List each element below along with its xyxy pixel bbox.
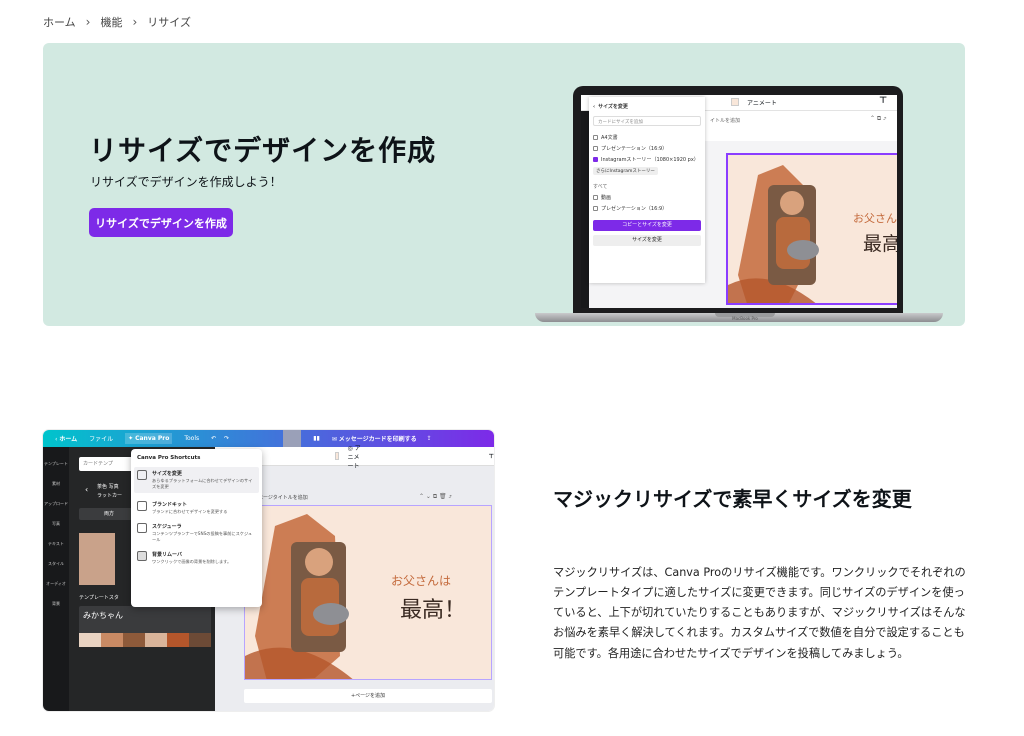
rail-text[interactable]: テキスト — [43, 541, 69, 547]
card-text-line1: お父さんは — [391, 574, 452, 588]
checkbox-icon — [593, 195, 598, 200]
color-palette[interactable] — [79, 633, 211, 647]
breadcrumb-features-link[interactable]: 機能 — [100, 14, 122, 30]
resize-option[interactable]: プレゼンテーション（16:9） — [593, 203, 701, 214]
editor-rail: テンプレート 素材 アップロード 写真 テキスト スタイル オーディオ 背景 — [43, 447, 69, 711]
both-sides-button[interactable]: 両方 — [79, 508, 139, 520]
resize-option-label: A4文書 — [601, 135, 618, 141]
canva-pro-shortcuts-menu: Canva Pro Shortcuts サイズを変更 あらゆるプラットフォームに合… — [131, 449, 262, 607]
resize-option[interactable]: 動画 — [593, 192, 701, 203]
share-icon[interactable]: ⇪ — [427, 435, 432, 442]
color-swatch — [731, 98, 739, 106]
menu-item-brand-kit[interactable]: ブランドキット ブランドに合わせてデザインを変更する — [137, 501, 256, 515]
editor-topbar: ‹ ホーム ファイル ✦ Canva Pro Tools ↶ ↷ ▮▮ ✉ メッ… — [43, 430, 494, 447]
chevron-left-icon[interactable]: ‹ — [85, 485, 88, 494]
resize-option-label: プレゼンテーション（16:9） — [601, 206, 668, 212]
topbar-canva-pro[interactable]: ✦ Canva Pro — [125, 433, 173, 444]
paint-roller-icon: ⊤ — [879, 96, 888, 106]
chevron-right-icon: › — [85, 15, 91, 29]
editor-rail — [581, 111, 589, 308]
create-resize-design-button[interactable]: リサイズでデザインを作成 — [89, 208, 233, 237]
section-title: マジックリサイズで素早くサイズを変更 — [553, 487, 912, 511]
checkbox-icon — [593, 146, 598, 151]
card-text-line1: お父さんは — [853, 212, 897, 225]
rail-elements[interactable]: 素材 — [43, 481, 69, 487]
laptop-screen: アニメート ⊤ イトルを追加 ⌃ ⧉ ⤴ ‹ サイズを変更 カードにサイズを追加… — [581, 95, 897, 308]
rail-background[interactable]: 背景 — [43, 601, 69, 607]
topbar-color-block — [283, 430, 302, 447]
animate-button[interactable]: ◎ アニメート — [347, 443, 362, 470]
card-canvas[interactable]: お父さんは 最高！ — [244, 505, 492, 680]
chart-icon[interactable]: ▮▮ — [313, 435, 320, 442]
resize-option[interactable]: A4文書 — [593, 132, 701, 143]
resize-panel-title: サイズを変更 — [598, 104, 628, 110]
resize-panel-header: ‹ サイズを変更 — [593, 101, 701, 112]
resize-option[interactable]: Instagramストーリー（1080×1920 px） — [593, 154, 701, 165]
rail-photos[interactable]: 写真 — [43, 521, 69, 527]
rail-styles[interactable]: スタイル — [43, 561, 69, 567]
print-card-link[interactable]: ✉ メッセージカードを印刷する — [332, 434, 417, 443]
rail-uploads[interactable]: アップロード — [43, 501, 69, 507]
template-thumbnail[interactable] — [79, 533, 115, 585]
editor-screenshot: ‹ ホーム ファイル ✦ Canva Pro Tools ↶ ↷ ▮▮ ✉ メッ… — [43, 430, 494, 711]
hero-banner: リサイズでデザインを作成 リサイズでデザインを作成しよう！ リサイズでデザインを… — [43, 43, 965, 326]
style-card[interactable]: みかちゃん — [79, 606, 211, 636]
resize-option-label: プレゼンテーション（16:9） — [601, 146, 668, 152]
sidebar-label: 茶色 写真 — [97, 484, 119, 490]
resize-option-label: Instagramストーリー（1080×1920 px） — [601, 157, 699, 163]
resize-option[interactable]: プレゼンテーション（16:9） — [593, 143, 701, 154]
section-body: マジックリサイズは、Canva Proのリサイズ機能です。ワンクリックでそれぞれ… — [553, 566, 966, 660]
checkbox-checked-icon — [593, 157, 598, 162]
resize-panel: ‹ サイズを変更 カードにサイズを追加 A4文書 プレゼンテーション（16:9）… — [589, 97, 705, 283]
calendar-icon — [137, 523, 147, 533]
resize-icon — [137, 470, 147, 480]
menu-title: Canva Pro Shortcuts — [137, 455, 201, 461]
menu-item-resize[interactable]: サイズを変更 あらゆるプラットフォームに合わせてデザインのサイズを変更 — [134, 467, 259, 493]
template-search-input[interactable]: カードテンプ — [79, 457, 139, 471]
topbar-file[interactable]: ファイル — [89, 434, 113, 443]
rail-audio[interactable]: オーディオ — [43, 581, 69, 587]
paint-roller-icon[interactable]: ⊤ — [489, 453, 494, 460]
animate-label: アニメート — [747, 100, 777, 107]
chevron-right-icon: › — [132, 15, 138, 29]
page-actions-icon[interactable]: ⌃ ⌄ ⧉ 🗑 ⤴ — [419, 493, 452, 501]
topbar-tools[interactable]: Tools — [184, 435, 199, 442]
color-swatch[interactable] — [335, 452, 340, 460]
redo-icon[interactable]: ↷ — [224, 435, 229, 442]
chevron-left-icon[interactable]: ‹ — [593, 104, 595, 110]
menu-item-bg-remover[interactable]: 背景リムーバ ワンクリックで画像の背景を削除します。 — [137, 551, 256, 565]
resize-search-input[interactable]: カードにサイズを追加 — [593, 116, 701, 126]
sidebar-label: ラットカー — [97, 493, 123, 499]
undo-icon[interactable]: ↶ — [211, 435, 216, 442]
selected-tag: さらにInstagramストーリー — [593, 167, 658, 175]
card-canvas[interactable]: お父さんは 最高！ — [726, 153, 897, 305]
card-text-line2: 最高！ — [400, 598, 467, 623]
laptop-brand-label: MacBook Pro — [732, 316, 758, 321]
resize-button[interactable]: サイズを変更 — [593, 235, 701, 246]
checkbox-icon — [593, 206, 598, 211]
style-font-sample: みかちゃん — [83, 611, 123, 620]
resize-option-label: 動画 — [601, 195, 612, 201]
bg-remover-icon — [137, 551, 147, 561]
add-page-button[interactable]: +ページを追加 — [244, 689, 492, 703]
card-text-line2: 最高！ — [863, 233, 897, 255]
page-title-label: イトルを追加 — [710, 118, 741, 124]
brand-kit-icon — [137, 501, 147, 511]
page-header: イトルを追加 ⌃ ⧉ ⤴ — [705, 111, 897, 141]
template-style-label: テンプレートスタ — [79, 595, 119, 601]
hero-subtitle: リサイズでデザインを作成しよう！ — [90, 175, 282, 189]
copy-and-resize-button[interactable]: コピーとサイズを変更 — [593, 220, 701, 231]
rail-templates[interactable]: テンプレート — [43, 461, 69, 467]
hero-title: リサイズでデザインを作成 — [89, 134, 437, 167]
breadcrumb: ホーム › 機能 › リサイズ — [43, 14, 191, 30]
breadcrumb-current: リサイズ — [147, 16, 191, 29]
breadcrumb-home-link[interactable]: ホーム — [43, 14, 76, 30]
checkbox-icon — [593, 135, 598, 140]
resize-section-label: すべて — [593, 184, 608, 190]
topbar-home[interactable]: ‹ ホーム — [55, 434, 77, 443]
menu-item-scheduler[interactable]: スケジューラ コンテンツプランナーでSNSの投稿を事前にスケジュール — [137, 523, 256, 543]
page-actions-icon: ⌃ ⧉ ⤴ — [870, 115, 887, 122]
